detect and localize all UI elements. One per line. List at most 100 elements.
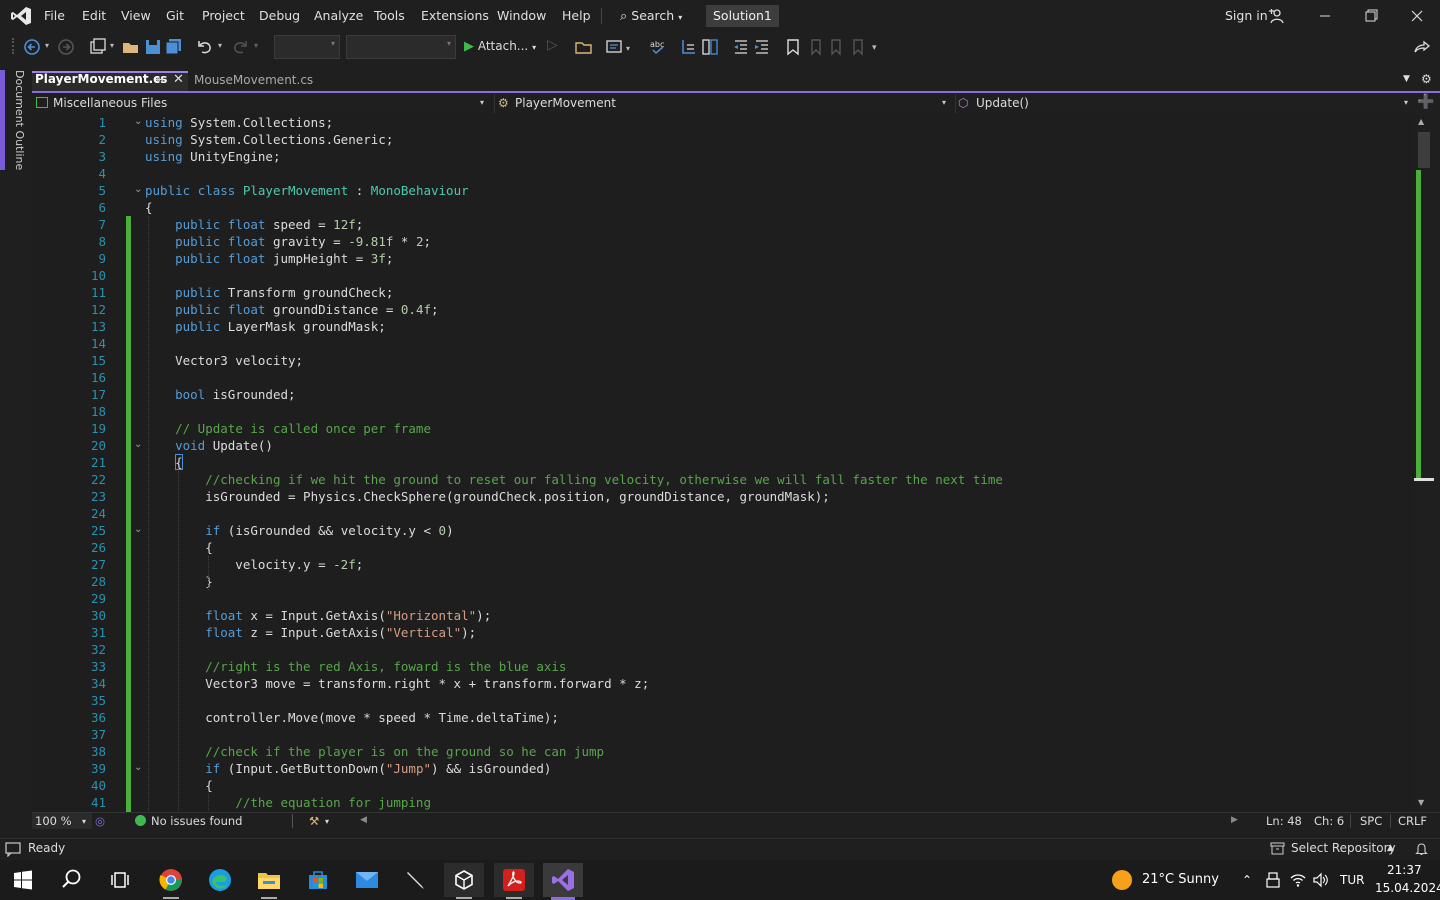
chevron-down-icon: ▾ — [82, 817, 87, 826]
code-line[interactable]: public Transform groundCheck; — [145, 284, 393, 301]
code-line[interactable]: Vector3 velocity; — [145, 352, 303, 369]
code-line[interactable]: if (isGrounded && velocity.y < 0) — [145, 522, 453, 539]
code-line[interactable]: isGrounded = Physics.CheckSphere(groundC… — [145, 488, 830, 505]
scroll-up-icon[interactable]: ▲ — [1418, 117, 1424, 126]
edge-icon — [209, 869, 231, 891]
edge-taskbar-button[interactable] — [200, 863, 240, 897]
notifications-icon[interactable] — [1414, 841, 1429, 856]
code-line[interactable]: using UnityEngine; — [145, 148, 280, 165]
line-indicator[interactable]: Ln: 48 — [1266, 814, 1302, 828]
weather-text[interactable]: 21°C Sunny — [1142, 872, 1219, 887]
code-cleanup-icon[interactable]: ⚒ — [309, 814, 319, 828]
horizontal-scrollbar[interactable] — [356, 814, 1242, 828]
acrobat-icon — [503, 869, 525, 891]
status-bar — [0, 838, 1440, 861]
scroll-left-icon[interactable]: ◀ — [360, 815, 367, 825]
running-indicator — [261, 897, 277, 899]
fold-toggle-icon[interactable]: ⌄ — [134, 762, 142, 773]
code-line[interactable]: // Update is called once per frame — [145, 420, 431, 437]
code-line[interactable]: public float groundDistance = 0.4f; — [145, 301, 438, 318]
live-share-icon[interactable] — [1412, 37, 1432, 57]
fold-toggle-icon[interactable]: ⌄ — [134, 439, 142, 450]
divider — [1390, 814, 1391, 828]
code-line[interactable]: void Update() — [145, 437, 273, 454]
scroll-right-icon[interactable]: ▶ — [1231, 815, 1238, 825]
weather-sun-icon[interactable] — [1112, 870, 1132, 890]
code-line[interactable]: float z = Input.GetAxis("Vertical"); — [145, 624, 476, 641]
code-line[interactable]: { — [145, 199, 153, 216]
clock-time[interactable]: 21:37 — [1387, 863, 1422, 877]
search-icon[interactable] — [61, 868, 83, 890]
acrobat-taskbar-button[interactable] — [494, 863, 534, 899]
code-area[interactable]: using System.Collections; ⌄ using System.C… — [0, 0, 1410, 812]
chevron-up-icon[interactable]: ⌃ — [1242, 873, 1252, 887]
divider — [292, 814, 293, 828]
input-language[interactable]: TUR — [1340, 873, 1364, 887]
fold-toggle-icon[interactable]: ⌄ — [134, 184, 142, 195]
store-icon — [309, 871, 327, 889]
chrome-icon — [159, 869, 182, 891]
code-line[interactable]: public float gravity = -9.81f * 2; — [145, 233, 431, 250]
code-line[interactable]: float x = Input.GetAxis("Horizontal"); — [145, 607, 491, 624]
gear-icon[interactable]: ⚙ — [1421, 72, 1432, 86]
issues-status[interactable]: No issues found — [151, 814, 242, 828]
indent-guide — [208, 556, 209, 590]
unity-taskbar-button[interactable] — [444, 863, 484, 899]
indent-guide — [178, 471, 179, 811]
code-line[interactable]: public class PlayerMovement : MonoBehavi… — [145, 182, 469, 199]
code-line[interactable]: public float jumpHeight = 3f; — [145, 250, 393, 267]
code-line[interactable]: using System.Collections; — [145, 114, 333, 131]
code-line[interactable]: //right is the red Axis, foward is the b… — [145, 658, 566, 675]
output-icon[interactable] — [5, 841, 21, 857]
code-line[interactable]: public LayerMask groundMask; — [145, 318, 386, 335]
pen-icon — [407, 872, 424, 889]
scroll-down-icon[interactable]: ▼ — [1418, 798, 1424, 807]
scroll-thumb[interactable] — [1418, 132, 1430, 168]
column-indicator[interactable]: Ch: 6 — [1314, 814, 1344, 828]
scroll-change-marker — [1416, 170, 1421, 480]
copilot-icon[interactable]: ◎ — [95, 814, 105, 828]
code-line[interactable]: //the equation for jumping — [145, 794, 431, 811]
visual-studio-taskbar-button[interactable] — [543, 863, 583, 900]
fold-toggle-icon[interactable]: ⌄ — [134, 524, 142, 535]
volume-icon[interactable] — [1313, 872, 1329, 888]
chrome-taskbar-button[interactable] — [151, 863, 191, 899]
code-line[interactable]: Vector3 move = transform.right * x + tra… — [145, 675, 649, 692]
code-line[interactable]: using System.Collections.Generic; — [145, 131, 393, 148]
brace-match-highlight — [175, 454, 183, 470]
mail-taskbar-button[interactable] — [347, 863, 387, 897]
caret-position-marker — [1414, 478, 1434, 481]
mail-icon — [356, 872, 378, 888]
task-view-icon[interactable] — [110, 870, 130, 890]
check-circle-icon — [135, 815, 146, 826]
code-line[interactable]: bool isGrounded; — [145, 386, 295, 403]
indent-guide — [148, 216, 149, 811]
zoom-level: 100 % — [35, 814, 72, 828]
running-indicator — [456, 897, 472, 899]
divider — [1350, 814, 1351, 828]
visual-studio-icon — [552, 869, 574, 891]
store-taskbar-button[interactable] — [298, 863, 338, 897]
chevron-down-icon[interactable]: ▾ — [325, 817, 329, 826]
code-line[interactable]: //checking if we hit the ground to reset… — [145, 471, 1003, 488]
line-ending-indicator[interactable]: CRLF — [1398, 814, 1427, 828]
whitespace-indicator[interactable]: SPC — [1360, 814, 1382, 828]
code-line[interactable]: public float speed = 12f; — [145, 216, 363, 233]
folder-icon — [258, 873, 280, 889]
code-line[interactable]: //check if the player is on the ground s… — [145, 743, 604, 760]
select-repository-button[interactable]: Select Repository — [1291, 841, 1396, 855]
unity-icon — [455, 870, 473, 890]
wifi-icon[interactable] — [1290, 872, 1306, 888]
code-line[interactable]: controller.Move(move * speed * Time.delt… — [145, 709, 559, 726]
usb-device-icon[interactable] — [1266, 872, 1280, 888]
pen-app-taskbar-button[interactable] — [396, 863, 436, 897]
split-window-icon[interactable]: ➕ — [1417, 94, 1434, 110]
fold-toggle-icon[interactable]: ⌄ — [134, 116, 142, 127]
windows-start-icon[interactable] — [13, 870, 33, 890]
running-indicator — [506, 897, 522, 899]
code-line[interactable]: if (Input.GetButtonDown("Jump") && isGro… — [145, 760, 551, 777]
indent-guide — [208, 794, 209, 811]
file-explorer-taskbar-button[interactable] — [249, 863, 289, 899]
clock-date[interactable]: 15.04.2024 — [1375, 881, 1440, 895]
chevron-up-icon[interactable]: ▲ — [1387, 843, 1394, 853]
